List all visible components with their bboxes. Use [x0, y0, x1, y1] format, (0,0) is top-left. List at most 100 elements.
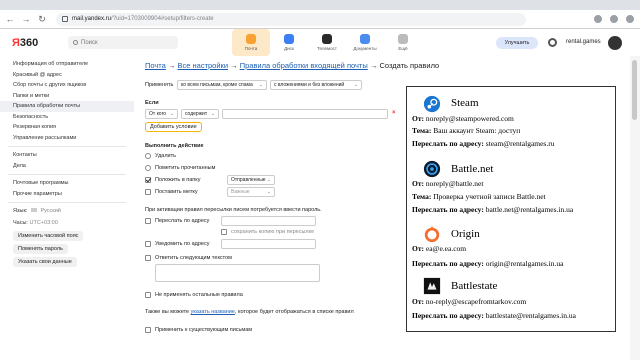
origin-logo-icon — [424, 225, 440, 243]
attachments-select[interactable]: с вложениями и без вложений ⌄ — [270, 80, 362, 90]
sidebar-item[interactable]: Безопасность — [0, 112, 134, 123]
app-label: Телемост — [317, 46, 337, 51]
timezone-value: UTC+03:00 — [29, 220, 58, 226]
action-heading: Выполнить действие — [145, 143, 204, 149]
steam-logo-icon — [423, 95, 441, 113]
chevron-down-icon: ⌄ — [258, 82, 263, 88]
app-label: Ещё — [398, 46, 408, 51]
apply-existing-label: Применить к существующим письмам — [155, 327, 253, 333]
steam-forward-label: Переслать по адресу: — [412, 139, 484, 148]
notify-address-input[interactable] — [221, 239, 316, 249]
battlestate-from: От: no-reply@escapefromtarkov.com — [412, 297, 526, 306]
sidebar-item[interactable]: Сбор почты с других ящиков — [0, 80, 134, 91]
back-icon[interactable]: ← — [4, 13, 16, 25]
add-condition-button[interactable]: Добавить условие — [145, 122, 202, 132]
page-scrollbar[interactable] — [630, 56, 640, 360]
breadcrumb-rules-link[interactable]: Правила обработки входящей почты — [240, 61, 368, 70]
steam-name: Steam — [451, 97, 479, 109]
action-checkbox[interactable] — [145, 165, 151, 171]
sidebar-button[interactable]: Поменять пароль — [13, 244, 68, 254]
condition-field-value: От кого — [149, 111, 167, 117]
action-select[interactable]: Важные ⌄ — [227, 187, 275, 197]
breadcrumb-all-settings-link[interactable]: Все настройки — [178, 61, 229, 70]
steam-from-label: От: — [412, 114, 425, 123]
search-input[interactable]: Поиск — [68, 36, 178, 49]
sidebar-item[interactable]: Информация об отправителе — [0, 59, 134, 70]
reply-checkbox[interactable] — [145, 255, 151, 261]
chevron-down-icon: ⌄ — [169, 111, 174, 117]
action-label: Поставить метку — [155, 189, 198, 195]
language-setting[interactable]: Язык: Русский — [0, 206, 134, 216]
condition-field-select[interactable]: От кого ⌄ — [145, 109, 178, 119]
sidebar-button[interactable]: Изменить часовой пояс — [13, 231, 84, 241]
sidebar-item[interactable]: Почтовые программы — [0, 178, 134, 189]
settings-gear-icon[interactable] — [548, 38, 557, 47]
profile-icon[interactable] — [610, 15, 618, 23]
logo-letter: Я — [12, 37, 20, 49]
forward-icon[interactable]: → — [20, 13, 32, 25]
sidebar-button[interactable]: Указать свои данные — [13, 257, 77, 267]
action-checkbox[interactable] — [145, 177, 151, 183]
breadcrumb: Почта → Все настройки → Правила обработк… — [145, 61, 439, 70]
yandex360-logo[interactable]: Я360 — [12, 37, 38, 49]
app-0[interactable]: Почта — [232, 29, 270, 56]
menu-icon[interactable] — [626, 15, 634, 23]
reply-label: Ответить следующим текстом — [155, 255, 232, 261]
sidebar-item[interactable]: Правила обработки почты — [0, 101, 134, 112]
battlenet-name: Battle.net — [451, 163, 494, 175]
reply-text-area[interactable] — [155, 264, 320, 282]
app-2[interactable]: Телемост — [308, 29, 346, 56]
avatar[interactable] — [608, 36, 622, 50]
sidebar-item[interactable]: Дела — [0, 161, 134, 172]
condition-operator-value: содержит — [185, 111, 208, 117]
app-4[interactable]: Ещё — [384, 29, 422, 56]
account-name[interactable]: rental.games — [566, 39, 601, 45]
language-value: Русский — [40, 208, 61, 214]
notify-label: Уведомить по адресу — [155, 241, 210, 247]
keep-copy-checkbox[interactable] — [221, 229, 227, 235]
reload-icon[interactable]: ↻ — [36, 13, 48, 25]
breadcrumb-mail-link[interactable]: Почта — [145, 61, 166, 70]
apply-scope-select[interactable]: ко всем письмам, кроме спама ⌄ — [177, 80, 267, 90]
url-input[interactable]: mail.yandex.ru /?uid=1703009904#setup/fi… — [56, 12, 526, 26]
scrollbar-thumb[interactable] — [632, 60, 637, 120]
sidebar-divider — [8, 146, 126, 147]
action-checkbox[interactable] — [145, 153, 151, 159]
apply-existing-checkbox[interactable] — [145, 327, 151, 333]
action-label: Положить в папку — [155, 177, 201, 183]
steam-forward-value: steam@rentalgames.ru — [485, 139, 555, 148]
sidebar-item[interactable]: Прочие параметры — [0, 189, 134, 200]
remove-condition-icon[interactable]: × — [392, 110, 396, 116]
sidebar-item[interactable]: Управление рассылками — [0, 133, 134, 144]
lock-icon — [62, 16, 68, 22]
sidebar-item[interactable]: Контакты — [0, 150, 134, 161]
sidebar-item[interactable]: Резервная копия — [0, 122, 134, 133]
upgrade-button[interactable]: Улучшить — [496, 37, 538, 49]
password-note: При активации правил пересылки писем пот… — [145, 207, 322, 213]
address-bar-row: ← → ↻ mail.yandex.ru /?uid=1703009904#se… — [0, 10, 640, 29]
action-checkbox[interactable] — [145, 189, 151, 195]
condition-value-input[interactable] — [222, 109, 388, 119]
forward-checkbox[interactable] — [145, 218, 151, 224]
extension-icon[interactable] — [594, 15, 602, 23]
dont-apply-others-checkbox[interactable] — [145, 292, 151, 298]
forward-address-input[interactable] — [221, 216, 316, 226]
settings-sidebar: Информация об отправителе Красивый @ адре… — [0, 56, 134, 360]
app-1[interactable]: Диск — [270, 29, 308, 56]
origin-from: От: ea@e.ea.com — [412, 244, 466, 253]
app-3[interactable]: Документы — [346, 29, 384, 56]
sidebar-item[interactable]: Красивый @ адрес — [0, 70, 134, 81]
action-select[interactable]: Отправленные ⌄ — [227, 175, 275, 185]
sidebar-item[interactable]: Папки и метки — [0, 91, 134, 102]
chevron-down-icon: ⌄ — [266, 189, 271, 195]
keep-copy-label: сохранить копию при пересылке — [231, 229, 315, 235]
condition-operator-select[interactable]: содержит ⌄ — [181, 109, 219, 119]
action-select-value: Отправленные — [231, 177, 266, 183]
services-overlay-panel: Steam От: noreply@steampowered.com Тема:… — [406, 86, 616, 332]
steam-forward: Переслать по адресу: steam@rentalgames.r… — [412, 139, 554, 148]
battlenet-forward-value: battle.net@rentalgames.in.ua — [485, 205, 574, 214]
notify-checkbox[interactable] — [145, 241, 151, 247]
rule-name-link[interactable]: указать название — [191, 309, 235, 315]
app-icon — [246, 34, 256, 44]
battlenet-subject: Тема: Проверка учетной записи Battle.net — [412, 192, 546, 201]
